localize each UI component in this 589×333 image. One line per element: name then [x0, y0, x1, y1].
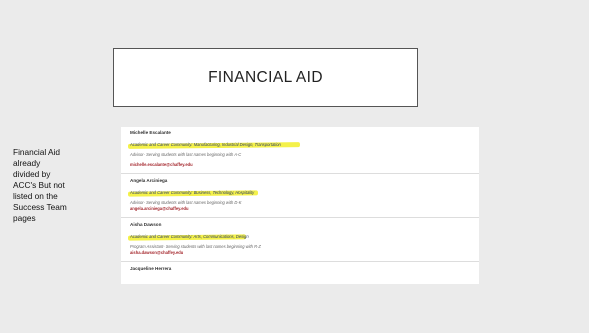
staff-email-link[interactable]: angela.arciniega@chaffey.edu: [130, 206, 470, 212]
staff-area: Academic and Career Community: Business,…: [127, 190, 470, 197]
side-note-line: pages: [13, 213, 36, 223]
staff-entry: Jacqueline Herrera: [121, 261, 479, 272]
embedded-staff-list-screenshot: Michelle Escalante Academic and Career C…: [121, 127, 479, 284]
staff-name: Jacqueline Herrera: [130, 266, 172, 271]
staff-entry: Aisha Dawson Academic and Career Communi…: [121, 217, 479, 261]
staff-area: Academic and Career Community: Arts, Com…: [127, 234, 470, 241]
staff-entry: Angela Arciniega Academic and Career Com…: [121, 173, 479, 217]
slide-title: FINANCIAL AID: [208, 68, 323, 86]
staff-area-text: Academic and Career Community: Arts, Com…: [130, 234, 249, 239]
side-note-line: already: [13, 158, 41, 168]
staff-entry: Michelle Escalante Academic and Career C…: [121, 127, 479, 173]
staff-area-text: Academic and Career Community: Manufactu…: [130, 142, 281, 147]
side-note-line: divided by: [13, 169, 51, 179]
staff-area-text: Academic and Career Community: Business,…: [130, 190, 255, 195]
staff-email-link[interactable]: michelle.escalante@chaffey.edu: [130, 162, 470, 168]
staff-name: Michelle Escalante: [130, 130, 171, 135]
staff-role: Advisor- Serving students with last name…: [130, 152, 242, 157]
staff-name: Angela Arciniega: [130, 178, 168, 183]
staff-email-link[interactable]: aisha.dawson@chaffey.edu: [130, 250, 470, 256]
slide: FINANCIAL AID Financial Aid already divi…: [0, 0, 589, 333]
side-note-line: Success Team: [13, 202, 67, 212]
side-note-line: listed on the: [13, 191, 58, 201]
staff-area: Academic and Career Community: Manufactu…: [127, 142, 470, 149]
side-note-line: Financial Aid: [13, 147, 61, 157]
side-note-line: ACC's But not: [13, 180, 65, 190]
side-note: Financial Aid already divided by ACC's B…: [13, 147, 93, 224]
staff-name: Aisha Dawson: [130, 222, 162, 227]
title-box: FINANCIAL AID: [113, 48, 418, 107]
